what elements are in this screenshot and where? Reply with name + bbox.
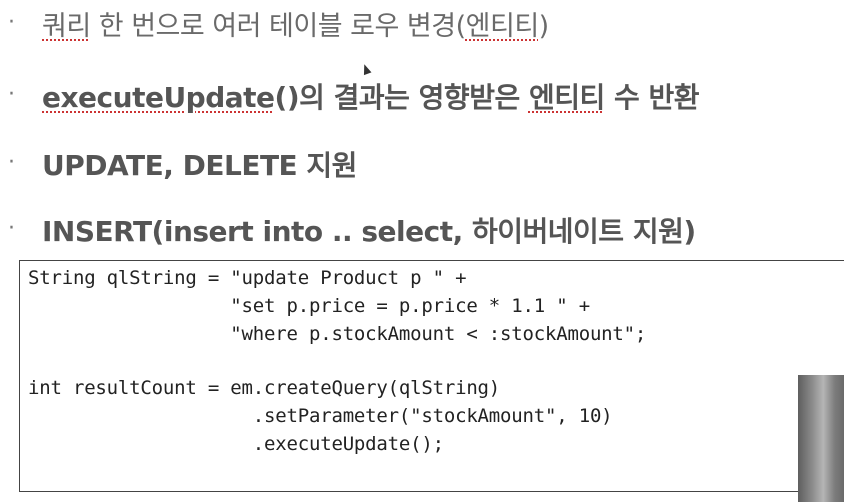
code-block: String qlString = "update Product p " + … bbox=[19, 260, 844, 492]
bullet-text-4: INSERT(insert into .. select, 하이버네이트 지원) bbox=[42, 215, 696, 248]
presenter-video-overlay bbox=[798, 375, 844, 502]
bullet-text-2: executeUpdate()의 결과는 영향받은 엔티티 수 반환 bbox=[42, 76, 700, 116]
bullet-2-part4: 수 반환 bbox=[604, 81, 700, 114]
bullet-text-1: 쿼리 한 번으로 여러 테이블 로우 변경(엔티티) bbox=[42, 4, 549, 43]
code-line-2: "set p.price = p.price * 1.1 " + bbox=[28, 295, 590, 317]
mouse-cursor-icon bbox=[360, 62, 372, 76]
bullet-2-part2: ()의 결과는 영향받은 bbox=[274, 81, 529, 114]
code-line-6: .executeUpdate(); bbox=[28, 433, 444, 455]
bullet-1-part3: 엔티티 bbox=[465, 11, 540, 42]
bullet-2-part1: executeUpdate bbox=[42, 81, 275, 114]
code-line-3: "where p.stockAmount < :stockAmount"; bbox=[28, 323, 647, 345]
code-line-4: int resultCount = em.createQuery(qlStrin… bbox=[28, 377, 501, 399]
bullet-text-3: UPDATE, DELETE 지원 bbox=[42, 149, 357, 182]
bullet-dot: · bbox=[8, 10, 15, 35]
bullet-2-part3: 엔티티 bbox=[528, 81, 605, 114]
bullet-1-part1: 쿼리 bbox=[42, 11, 91, 42]
bullet-dot: · bbox=[8, 82, 15, 107]
code-line-5: .setParameter("stockAmount", 10) bbox=[28, 405, 613, 427]
bullet-1-part2: 한 번으로 여러 테이블 로우 변경( bbox=[90, 11, 466, 42]
bullet-dot: · bbox=[8, 216, 15, 241]
bullet-1-part4: ) bbox=[538, 11, 550, 42]
code-line-1: String qlString = "update Product p " + bbox=[28, 267, 467, 289]
bullet-dot: · bbox=[8, 150, 15, 175]
